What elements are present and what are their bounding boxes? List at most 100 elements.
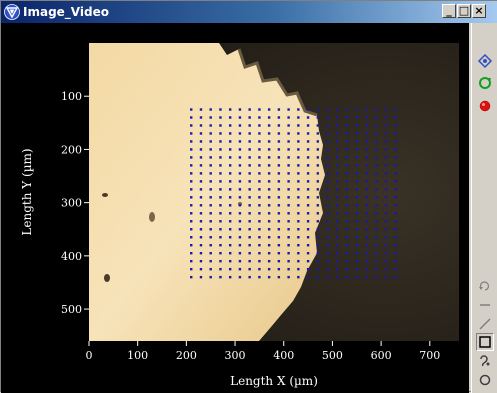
- grid-point: [277, 259, 281, 263]
- grid-point: [199, 164, 203, 167]
- freehand-tool-button[interactable]: [477, 353, 493, 369]
- grid-point: [384, 124, 388, 127]
- grid-point: [297, 252, 300, 255]
- grid-point: [238, 148, 242, 151]
- grid-point: [277, 116, 281, 119]
- grid-point: [394, 236, 397, 239]
- grid-point: [277, 140, 281, 143]
- grid-point: [228, 116, 232, 119]
- grid-point: [248, 164, 251, 167]
- minimize-button[interactable]: _: [442, 4, 456, 18]
- line-diag-tool-button[interactable]: [477, 316, 493, 332]
- x-tick-label: 400: [273, 349, 294, 362]
- grid-point: [209, 275, 212, 279]
- grid-point: [228, 220, 232, 223]
- grid-point: [365, 188, 368, 191]
- grid-point: [375, 172, 378, 175]
- grid-point: [355, 196, 358, 199]
- close-button[interactable]: ×: [472, 4, 486, 18]
- grid-point: [209, 148, 212, 151]
- minimize-icon: _: [446, 4, 452, 17]
- grid-point: [277, 204, 281, 207]
- refresh-tool-button[interactable]: [477, 75, 493, 91]
- grid-point: [277, 244, 281, 247]
- grid-point: [209, 220, 212, 223]
- grid-point: [258, 108, 261, 111]
- grid-point: [199, 180, 203, 183]
- title-bar[interactable]: Image_Video _ □ ×: [1, 1, 497, 23]
- grid-point: [267, 180, 271, 183]
- grid-point: [238, 252, 242, 255]
- grid-point: [258, 244, 261, 247]
- grid-point: [384, 212, 388, 215]
- grid-point: [306, 140, 310, 143]
- grid-point: [316, 124, 320, 127]
- grid-point: [326, 244, 329, 247]
- grid-point: [297, 244, 300, 247]
- grid-point: [209, 212, 212, 215]
- grid-point: [336, 132, 339, 135]
- grid-point: [375, 275, 378, 279]
- grid-point: [267, 196, 271, 199]
- grid-point: [199, 204, 203, 207]
- grid-point: [190, 148, 193, 151]
- grid-point: [238, 196, 242, 199]
- line-h-tool-button[interactable]: [477, 297, 493, 313]
- grid-point: [306, 275, 310, 279]
- grid-point: [336, 220, 339, 223]
- grid-point: [209, 188, 212, 191]
- grid-point: [199, 228, 203, 231]
- navigate-tool-button[interactable]: [477, 53, 493, 69]
- y-tick-label: 400: [61, 250, 82, 263]
- grid-point: [384, 259, 388, 263]
- rotate-icon: [479, 281, 490, 291]
- grid-point: [228, 132, 232, 135]
- grid-point: [258, 124, 261, 127]
- maximize-button[interactable]: □: [457, 4, 471, 18]
- grid-point: [219, 259, 222, 263]
- grid-point: [190, 188, 193, 191]
- maximize-icon: □: [458, 4, 470, 17]
- rotate-tool-button[interactable]: [477, 278, 493, 294]
- grid-point: [326, 228, 329, 231]
- grid-point: [267, 204, 271, 207]
- grid-point: [306, 244, 310, 247]
- grid-point: [345, 244, 349, 247]
- grid-point: [336, 188, 339, 191]
- grid-point: [345, 188, 349, 191]
- grid-point: [228, 236, 232, 239]
- circle-tool-button[interactable]: [477, 372, 493, 388]
- grid-point: [248, 172, 251, 175]
- record-tool-button[interactable]: [477, 98, 493, 114]
- grid-point: [384, 132, 388, 135]
- grid-point: [394, 252, 397, 255]
- x-axis-ticks: 0 100 200 300 400 500 600 700: [86, 341, 440, 362]
- grid-point: [219, 204, 222, 207]
- grid-point: [326, 259, 329, 263]
- grid-point: [345, 140, 349, 143]
- grid-point: [238, 220, 242, 223]
- grid-point: [336, 228, 339, 231]
- grid-point: [219, 140, 222, 143]
- grid-point: [336, 275, 339, 279]
- grid-point: [267, 188, 271, 191]
- grid-point: [190, 124, 193, 127]
- grid-point: [336, 212, 339, 215]
- grid-point: [238, 140, 242, 143]
- grid-point: [248, 116, 251, 119]
- grid-point: [238, 228, 242, 231]
- grid-point: [219, 148, 222, 151]
- y-axis-label: Length Y (µm): [20, 148, 34, 235]
- grid-point: [355, 252, 358, 255]
- grid-point: [336, 267, 339, 271]
- grid-point: [199, 140, 203, 143]
- grid-point: [365, 204, 368, 207]
- grid-point: [267, 140, 271, 143]
- grid-point: [345, 275, 349, 279]
- grid-point: [306, 196, 310, 199]
- grid-point: [306, 172, 310, 175]
- grid-point: [384, 228, 388, 231]
- x-tick-label: 600: [371, 349, 392, 362]
- grid-point: [306, 228, 310, 231]
- grid-point: [287, 212, 290, 215]
